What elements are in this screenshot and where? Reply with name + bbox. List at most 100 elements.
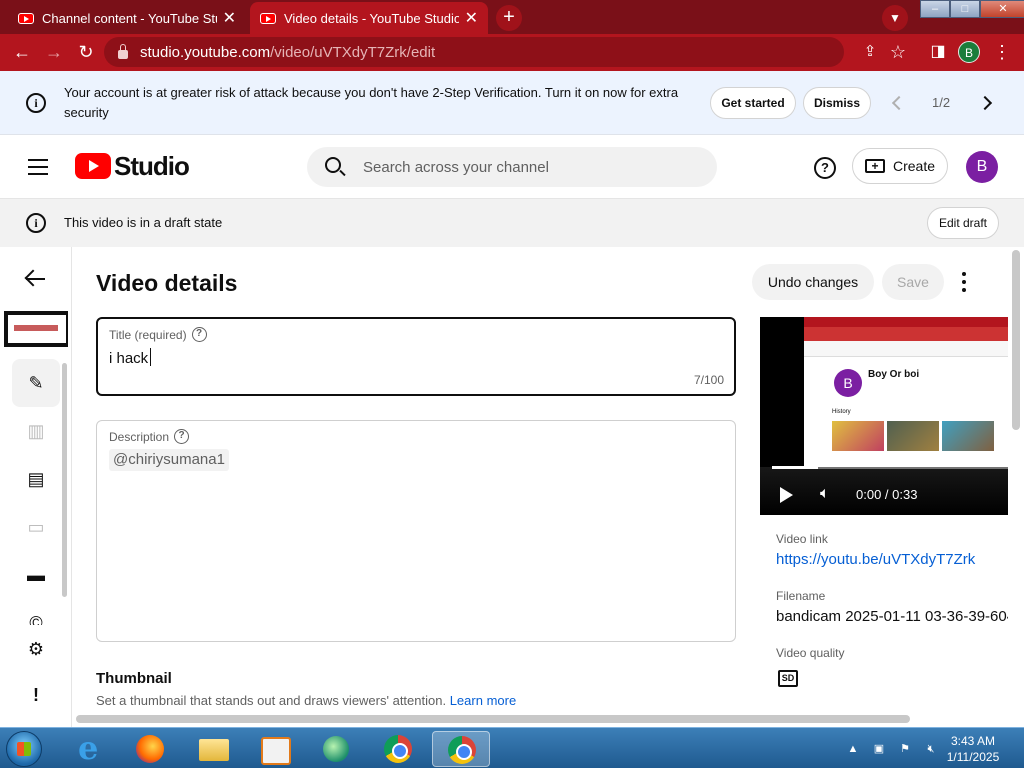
- start-orb[interactable]: [6, 731, 42, 767]
- title-field[interactable]: Title (required) ? i hack 7/100: [96, 317, 736, 396]
- comments-icon[interactable]: ▭: [24, 515, 48, 539]
- system-clock[interactable]: 3:43 AM 1/11/2025: [938, 733, 1008, 765]
- video-thumbnail-mini[interactable]: [4, 311, 68, 347]
- title-field-label: Title (required): [109, 327, 187, 342]
- text-caret: [150, 348, 152, 366]
- new-tab-button[interactable]: +: [496, 5, 522, 31]
- show-hidden-icons-icon[interactable]: ▲: [845, 742, 861, 756]
- youtube-favicon-icon: [260, 12, 276, 24]
- youtube-favicon-icon: [18, 12, 34, 24]
- info-icon: i: [26, 93, 46, 113]
- settings-gear-icon[interactable]: ⚙: [24, 637, 48, 661]
- description-mention-chip[interactable]: @chiriysumana1: [109, 449, 229, 471]
- tab-close-icon[interactable]: ✕: [465, 8, 478, 28]
- title-input-value[interactable]: i hack: [109, 350, 148, 367]
- side-panel-icon[interactable]: ◨: [926, 40, 950, 64]
- windows-taskbar: ▲ ▣ ⚑ 🔇︎ 3:43 AM 1/11/2025: [0, 727, 1024, 768]
- copyright-icon[interactable]: ©: [24, 611, 48, 625]
- preview-history-label: History: [832, 409, 851, 415]
- create-label: Create: [892, 158, 936, 174]
- edit-pencil-icon[interactable]: ✎: [24, 371, 48, 395]
- dismiss-button[interactable]: Dismiss: [803, 87, 871, 119]
- preview-channel-avatar: B: [834, 369, 862, 397]
- left-navigation: ✎ ▥ ▤ ▭ ▬ © ⚙ !: [0, 247, 72, 727]
- tab-search-dropdown-icon[interactable]: ▼: [882, 5, 908, 31]
- thumbnail-heading: Thumbnail: [96, 670, 172, 687]
- email-icon[interactable]: [318, 731, 354, 767]
- url-path: /video/uVTXdyT7Zrk/edit: [270, 43, 436, 61]
- back-icon[interactable]: ←: [10, 40, 34, 64]
- action-center-flag-icon[interactable]: ⚑: [897, 742, 913, 756]
- video-player-icon[interactable]: [256, 731, 292, 767]
- network-icon[interactable]: ▣: [871, 742, 887, 756]
- minimize-button[interactable]: –: [920, 0, 950, 18]
- subtitles-icon[interactable]: ▬: [24, 563, 48, 587]
- video-preview-player[interactable]: B Boy Or boi History 🔈︎ 0:00 / 0:33: [760, 317, 1008, 515]
- browser-toolbar: ← → ↻ studio.youtube.com/video/uVTXdyT7Z…: [0, 34, 1024, 71]
- info-icon: i: [26, 213, 46, 233]
- chrome-active-icon[interactable]: [432, 731, 490, 767]
- maximize-button[interactable]: □: [950, 0, 980, 18]
- video-time: 0:00 / 0:33: [856, 487, 918, 502]
- play-icon[interactable]: [780, 487, 793, 503]
- file-explorer-icon[interactable]: [196, 731, 232, 767]
- filename-label: Filename: [776, 589, 826, 603]
- save-button[interactable]: Save: [882, 264, 944, 300]
- help-icon[interactable]: ?: [814, 157, 836, 179]
- undo-changes-button[interactable]: Undo changes: [752, 264, 874, 300]
- video-link[interactable]: https://youtu.be/uVTXdyT7Zrk: [776, 551, 975, 568]
- feedback-icon[interactable]: !: [24, 683, 48, 707]
- editor-film-icon[interactable]: ▤: [24, 467, 48, 491]
- analytics-icon[interactable]: ▥: [24, 419, 48, 443]
- volume-muted-icon[interactable]: 🔇︎: [923, 742, 939, 756]
- nav-scrollbar[interactable]: [62, 363, 67, 597]
- system-tray: ▲ ▣ ⚑ 🔇︎: [845, 728, 949, 768]
- account-avatar[interactable]: B: [966, 151, 998, 183]
- filename-value: bandicam 2025-01-11 03-36-39-604: [776, 608, 1008, 625]
- help-question-icon[interactable]: ?: [174, 429, 190, 444]
- bookmark-star-icon[interactable]: ☆: [886, 40, 910, 64]
- clock-time: 3:43 AM: [950, 734, 996, 748]
- close-window-button[interactable]: ✕: [980, 0, 1024, 18]
- chrome-icon[interactable]: [380, 731, 416, 767]
- volume-icon[interactable]: 🔈︎: [820, 485, 830, 503]
- video-quality-label: Video quality: [776, 646, 845, 660]
- browser-menu-icon[interactable]: ⋮: [990, 40, 1014, 64]
- banner-text: Your account is at greater risk of attac…: [64, 85, 679, 120]
- internet-explorer-icon[interactable]: [70, 729, 106, 767]
- tab-close-icon[interactable]: ✕: [223, 8, 236, 28]
- share-icon[interactable]: ⇪: [858, 40, 882, 64]
- browser-profile-avatar[interactable]: B: [958, 41, 980, 63]
- sd-quality-badge: SD: [778, 670, 798, 687]
- firefox-icon[interactable]: [132, 731, 168, 767]
- hamburger-menu-icon[interactable]: [28, 159, 48, 175]
- title-char-counter: 7/100: [693, 373, 724, 387]
- banner-pager: 1/2: [932, 95, 951, 110]
- forward-icon[interactable]: →: [42, 40, 66, 64]
- get-started-button[interactable]: Get started: [710, 87, 796, 119]
- description-field-label: Description: [109, 429, 170, 444]
- learn-more-link[interactable]: Learn more: [450, 693, 516, 708]
- vertical-scrollbar[interactable]: [1012, 250, 1020, 430]
- lock-icon: [118, 43, 128, 59]
- create-video-icon: +: [864, 159, 885, 173]
- studio-header: Studio ? + Create B: [0, 135, 1024, 199]
- address-bar[interactable]: studio.youtube.com/video/uVTXdyT7Zrk/edi…: [104, 37, 844, 67]
- create-button[interactable]: + Create: [852, 148, 948, 184]
- thumbnail-description: Set a thumbnail that stands out and draw…: [96, 693, 517, 708]
- horizontal-scrollbar[interactable]: [76, 715, 910, 723]
- url-host: studio.youtube.com: [140, 43, 271, 61]
- help-question-icon[interactable]: ?: [191, 327, 207, 342]
- reload-icon[interactable]: ↻: [74, 40, 98, 64]
- tab-video-details[interactable]: Video details - YouTube Studio ✕: [250, 2, 488, 34]
- youtube-logo-icon[interactable]: [75, 153, 111, 179]
- progress-bar[interactable]: [772, 466, 1008, 469]
- edit-draft-button[interactable]: Edit draft: [927, 207, 999, 239]
- more-options-icon[interactable]: [960, 272, 968, 292]
- search-icon[interactable]: [325, 157, 341, 173]
- studio-logo-text[interactable]: Studio: [114, 151, 190, 182]
- search-input[interactable]: [363, 155, 703, 179]
- description-field[interactable]: Description ? @chiriysumana1: [96, 420, 736, 642]
- tab-channel-content[interactable]: Channel content - YouTube Studio ✕: [8, 2, 246, 34]
- back-arrow-icon[interactable]: [26, 269, 46, 289]
